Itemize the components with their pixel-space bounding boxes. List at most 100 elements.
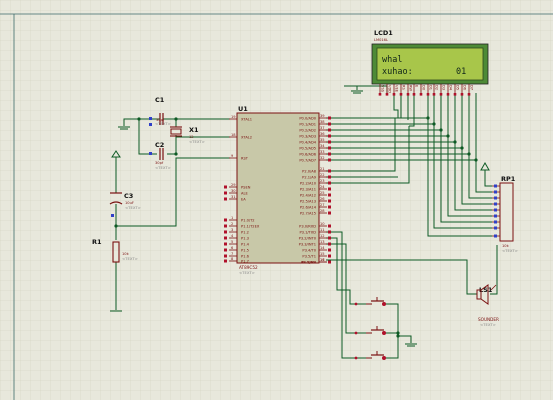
u1-pin-dot [328, 116, 331, 120]
rp1-pin-dot [494, 184, 497, 188]
u1-right-pin-num: 39 [320, 114, 325, 118]
lcd-pin-label: D3 [441, 85, 445, 90]
u1-pin-dot [328, 158, 331, 162]
c1-ref: C1 [155, 96, 165, 104]
lcd-pin-label: D6 [462, 85, 466, 91]
u1-pin-dot [224, 230, 227, 234]
u1-left-pin-label: P1.4 [241, 242, 250, 246]
lcd-pin-label: RW [408, 85, 412, 91]
u1-pin-dot [224, 191, 227, 195]
u1-pin-dot [328, 199, 331, 203]
u1-left-pin-num: 1 [231, 216, 233, 220]
u1-right-pin-label: P0.0/AD0 [299, 116, 316, 120]
u1-right-pin-num: 13 [320, 240, 325, 244]
lcd-line2-value: 01 [456, 67, 466, 77]
u1-right-pin-num: 28 [320, 209, 325, 213]
u1-pin-dot [328, 193, 331, 197]
u1-left-pin-label: XTAL1 [241, 117, 252, 121]
rp1-body [499, 182, 514, 242]
chip-u1[interactable]: U1 AT89C52 <TEXT> XTAL119XTAL218RST9PSEN… [224, 105, 331, 275]
u1-pin-dot [328, 134, 331, 138]
lcd-pin-label: D1 [428, 85, 432, 90]
u1-left-pin-num: 2 [231, 222, 233, 226]
u1-pin-dot [328, 248, 331, 252]
u1-right-pin-label: P0.2/AD2 [299, 128, 316, 132]
u1-left-pin-num: 18 [231, 133, 236, 137]
u1-left-pin-label: P1.7 [241, 259, 249, 263]
lcd-pin-label: VDD [387, 85, 391, 93]
u1-left-pin-label: PSEN [241, 185, 251, 189]
x1-text: <TEXT> [189, 139, 205, 144]
u1-right-pin-num: 35 [320, 138, 325, 142]
u1-pin-dot [328, 254, 331, 258]
u1-right-pin-num: 38 [320, 120, 325, 124]
u1-pin-dot [224, 259, 227, 263]
rp1-pin-dot [494, 234, 497, 238]
c2-ref: C2 [155, 141, 164, 149]
rp1-pin-dot [494, 214, 497, 218]
lcd-pin-label: D7 [469, 85, 473, 90]
u1-right-pin-num: 14 [320, 246, 325, 250]
lcd-pin-dot [460, 93, 464, 96]
lcd-pin-label: D5 [455, 85, 459, 90]
u1-pin-dot [328, 242, 331, 246]
u1-left-pin-label: P1.6 [241, 254, 250, 258]
u1-left-pin-num: 7 [231, 252, 233, 256]
u1-pin-dot [328, 175, 331, 179]
u1-right-pin-label: P0.6/AD6 [299, 152, 316, 156]
x1-ref: X1 [189, 126, 199, 134]
u1-right-pin-label: P3.0/RXD [299, 224, 316, 228]
u1-pin-dot [224, 185, 227, 189]
lcd-pin-dot [399, 93, 403, 96]
u1-right-pin-num: 22 [320, 173, 325, 177]
u1-right-pin-num: 25 [320, 191, 325, 195]
u1-right-pin-label: P3.5/T1 [302, 254, 316, 258]
u1-pin-dot [224, 236, 227, 240]
u1-pin-dot [328, 260, 331, 264]
rp1-pin-dot [494, 202, 497, 206]
u1-pin-dot [224, 197, 227, 201]
u1-left-pin-label: XTAL2 [241, 135, 252, 139]
u1-left-pin-label: ALE [241, 191, 248, 195]
u1-right-pin-num: 37 [320, 126, 325, 130]
lcd-pin-label: D4 [448, 85, 452, 91]
rp1-pin-dot [494, 208, 497, 212]
u1-pin-dot [224, 224, 227, 228]
lcd-pin-label: D0 [421, 85, 425, 91]
lcd-line2: xuhao: [382, 67, 413, 77]
u1-right-pin-num: 33 [320, 150, 325, 154]
lcd-pin-dot [406, 93, 410, 96]
rp1-pin-dot [494, 190, 497, 194]
u1-left-pin-label: P1.0/T2 [241, 218, 255, 222]
u1-right-pin-num: 12 [320, 234, 325, 238]
u1-left-pin-label: RST [241, 156, 249, 160]
schematic-canvas[interactable]: C1 30pf <TEXT> C2 30pf <TEXT> X1 12 <TEX… [0, 0, 553, 400]
u1-pin-dot [328, 169, 331, 173]
r1-text: <TEXT> [122, 256, 138, 261]
c3-ref: C3 [124, 192, 133, 200]
u1-right-pin-label: P2.4/A12 [300, 193, 316, 197]
u1-right-pin-num: 11 [320, 228, 325, 232]
u1-text: <TEXT> [239, 270, 255, 275]
lcd-pin-dot [412, 93, 416, 96]
u1-pin-dot [328, 146, 331, 150]
u1-pin-dot [328, 230, 331, 234]
u1-left-pin-num: 30 [231, 189, 236, 193]
u1-right-pin-num: 34 [320, 144, 325, 148]
u1-left-pin-label: P1.2 [241, 230, 249, 234]
u1-right-pin-num: 27 [320, 203, 325, 207]
rp1-pin-dot [494, 196, 497, 200]
u1-right-pin-label: P3.1/TXD [299, 230, 316, 234]
u1-right-pin-label: P0.7/AD7 [299, 158, 316, 162]
u1-right-pin-num: 10 [320, 222, 325, 226]
u1-left-pin-label: EA [241, 197, 246, 201]
u1-ref: U1 [238, 105, 248, 113]
rp1-text: <TEXT> [502, 248, 518, 253]
ls1-text: <TEXT> [480, 322, 496, 327]
lcd-pin-dot [453, 93, 457, 96]
u1-right-pin-num: 15 [320, 252, 325, 256]
rp1-pin-dot [494, 226, 497, 230]
u1-right-pin-label: P2.3/A11 [300, 187, 316, 191]
c3-text: <TEXT> [125, 205, 141, 210]
lcd-pin-dot [419, 93, 423, 96]
